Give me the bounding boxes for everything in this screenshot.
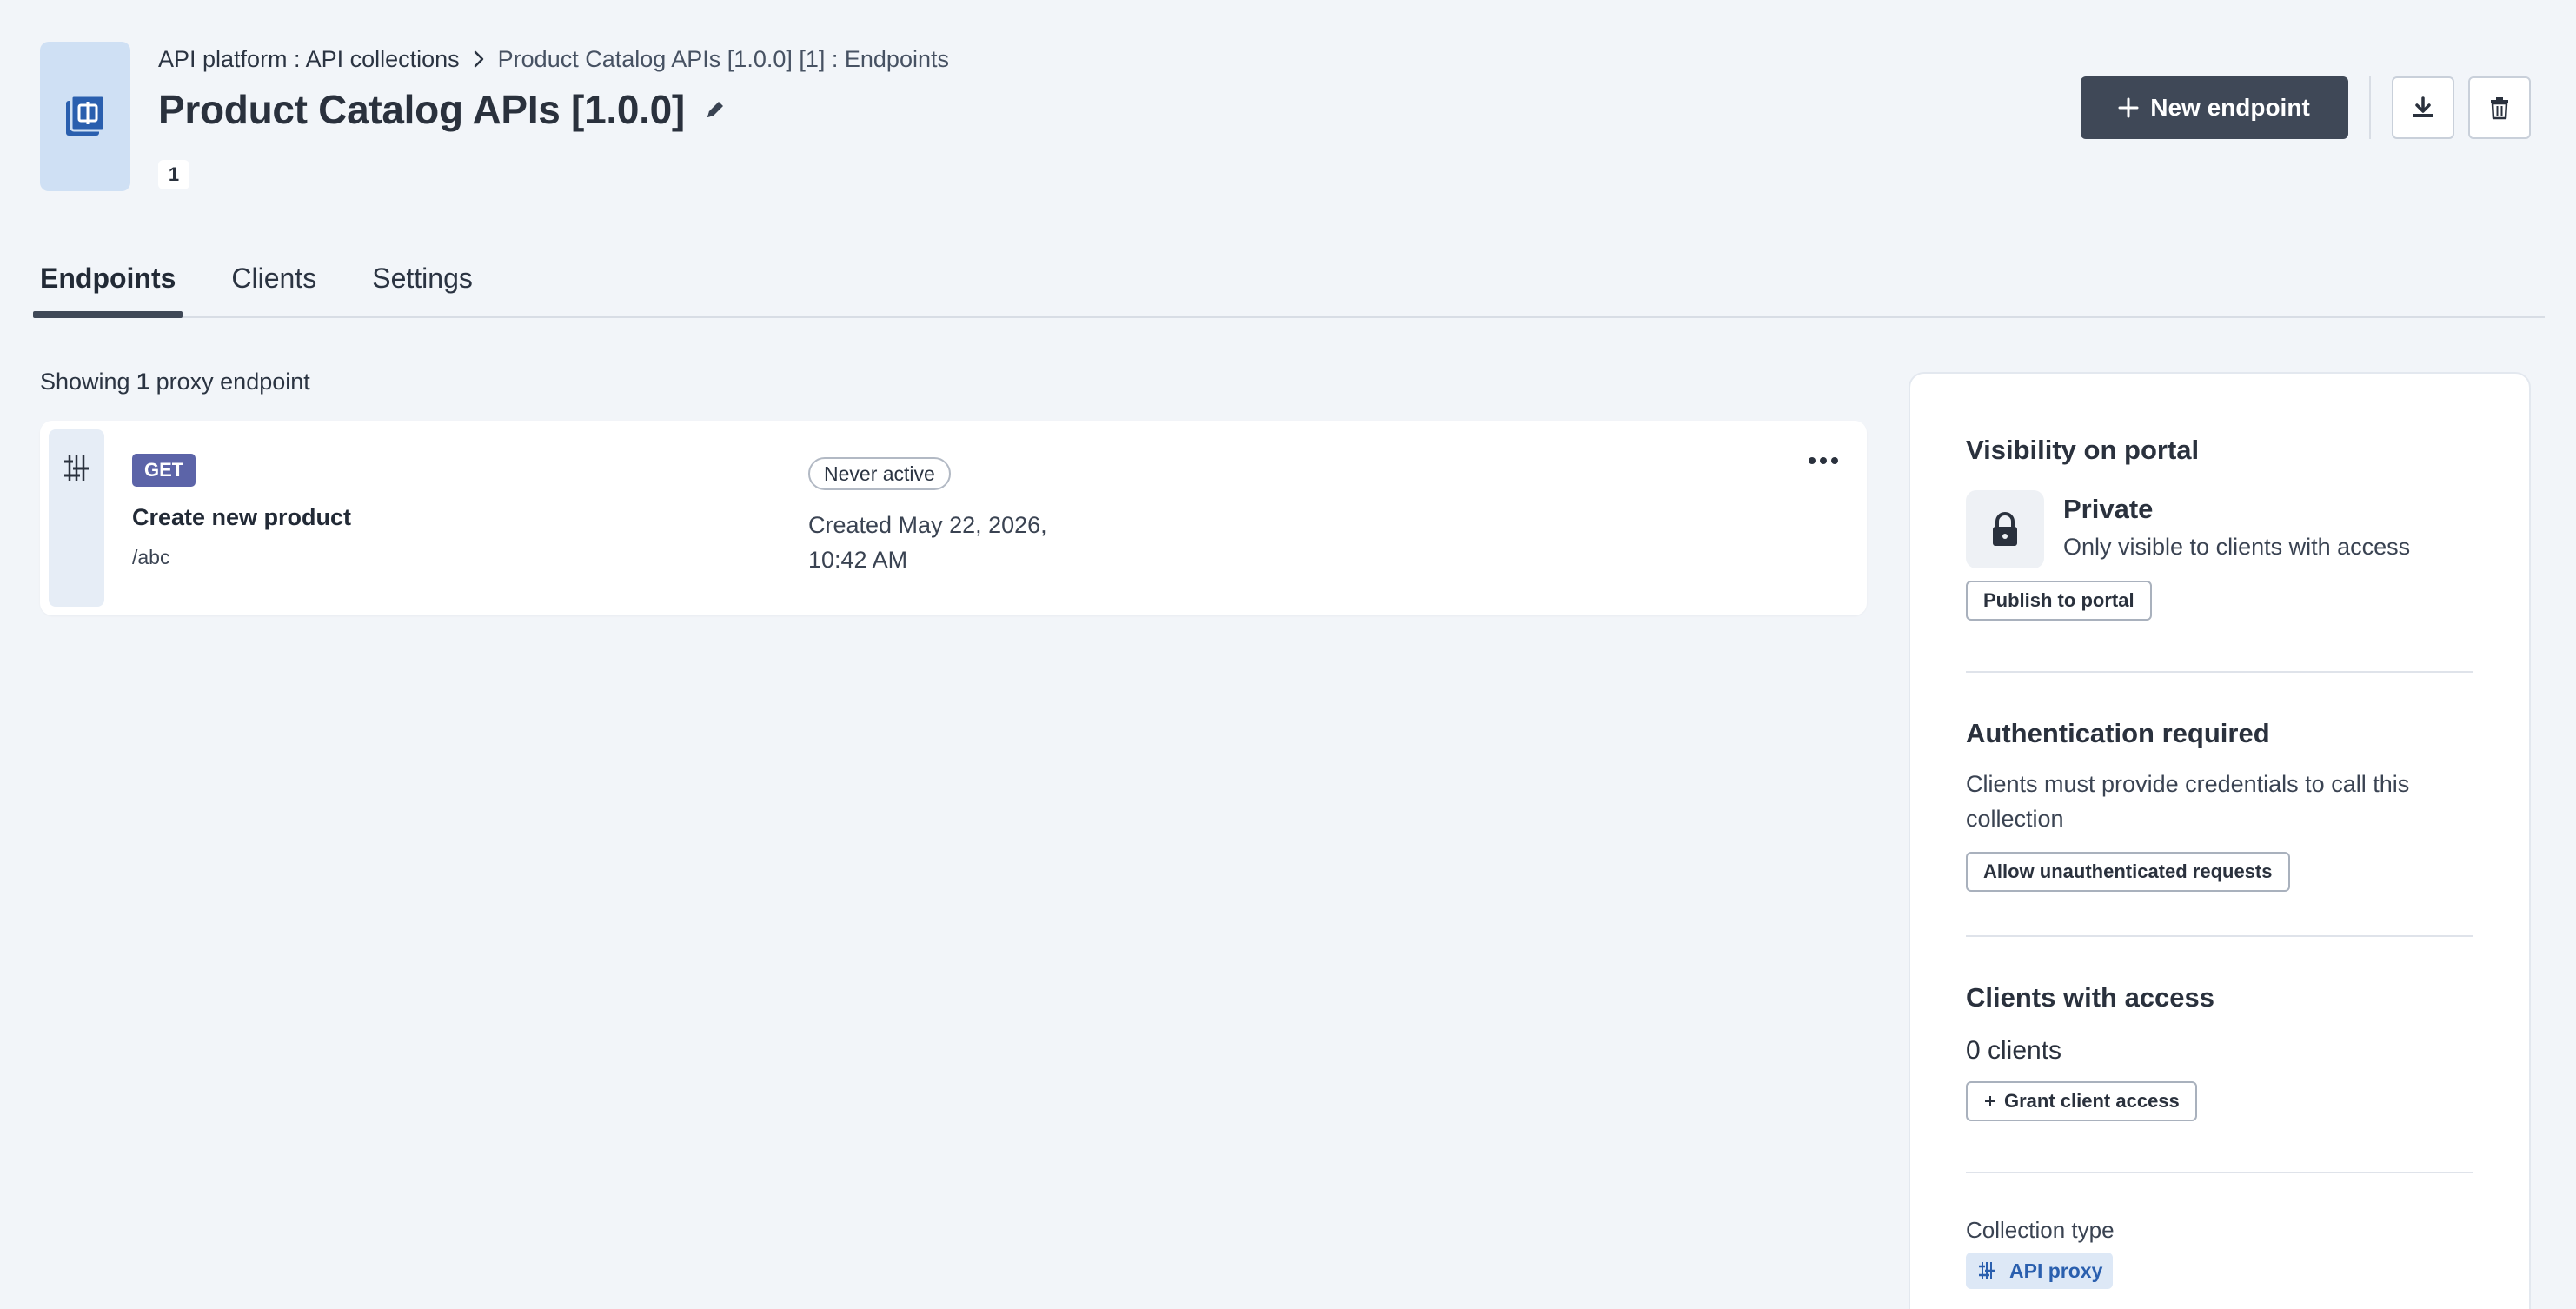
showing-suffix: proxy endpoint (156, 369, 310, 395)
grant-client-access-label: Grant client access (2004, 1090, 2180, 1112)
breadcrumb-parent-link[interactable]: API platform : API collections (158, 46, 460, 73)
new-endpoint-button[interactable]: New endpoint (2081, 76, 2348, 139)
visibility-title: Visibility on portal (1966, 435, 2200, 465)
showing-prefix: Showing (40, 369, 130, 395)
publish-to-portal-button[interactable]: Publish to portal (1966, 581, 2152, 621)
breadcrumb-current: Product Catalog APIs [1.0.0] [1] : Endpo… (497, 45, 949, 72)
http-method-badge: GET (132, 454, 196, 487)
collection-type-section: Collection type API proxy (1966, 1217, 2473, 1289)
download-button[interactable] (2392, 76, 2454, 139)
visibility-state-row: Private Only visible to clients with acc… (1966, 490, 2473, 568)
proxy-icon (64, 455, 89, 481)
section-divider (1966, 1172, 2473, 1173)
api-collection-icon (66, 94, 106, 136)
section-divider (1966, 671, 2473, 673)
visibility-state: Private (2063, 494, 2154, 524)
clients-title: Clients with access (1966, 982, 2215, 1013)
collection-type-value: API proxy (2009, 1259, 2103, 1282)
visibility-section: Visibility on portal Private Only visibl… (1966, 435, 2473, 621)
collection-type-badge: API proxy (1966, 1253, 2114, 1289)
more-options-button[interactable] (1804, 447, 1842, 475)
authentication-title: Authentication required (1966, 718, 2270, 748)
tab-bar: Endpoints Clients Settings (32, 257, 2545, 318)
section-divider (1966, 935, 2473, 937)
trash-icon (2491, 97, 2508, 120)
delete-button[interactable] (2468, 76, 2531, 139)
authentication-description: Clients must provide credentials to call… (1966, 771, 2410, 832)
pencil-icon[interactable] (704, 98, 727, 121)
collection-type-label: Collection type (1966, 1217, 2115, 1243)
proxy-icon (1979, 1262, 1995, 1279)
title-row: Product Catalog APIs [1.0.0] (158, 83, 727, 136)
showing-count: 1 (136, 369, 150, 395)
lock-icon (1993, 512, 2017, 546)
breadcrumb: API platform : API collections Product C… (158, 43, 949, 75)
status-badge: Never active (808, 457, 951, 490)
allow-unauthenticated-button[interactable]: Allow unauthenticated requests (1966, 852, 2290, 892)
ellipsis-icon (1809, 457, 1838, 464)
endpoint-path: /abc (132, 546, 170, 568)
header-divider (2369, 76, 2371, 139)
endpoint-card[interactable]: GET Create new product /abc Never active… (40, 421, 1867, 615)
authentication-section: Authentication required Clients must pro… (1966, 718, 2473, 892)
header-actions: New endpoint (2081, 76, 2531, 139)
plus-icon (2118, 97, 2139, 118)
version-badge: 1 (158, 160, 189, 189)
page-title: Product Catalog APIs [1.0.0] (158, 87, 685, 132)
lock-icon-tile (1966, 490, 2044, 568)
tab-endpoints[interactable]: Endpoints (32, 257, 183, 318)
collection-details-panel: Visibility on portal Private Only visibl… (1909, 372, 2531, 1309)
tab-clients[interactable]: Clients (231, 257, 316, 316)
chevron-right-icon (474, 50, 483, 68)
plus-icon (1985, 1096, 1995, 1106)
endpoint-created-date: Created May 22, 2026, 10:42 AM (808, 512, 1047, 573)
clients-count: 0 clients (1966, 1036, 2062, 1065)
grant-client-access-button[interactable]: Grant client access (1966, 1081, 2197, 1121)
visibility-description: Only visible to clients with access (2063, 534, 2411, 560)
endpoint-name[interactable]: Create new product (132, 504, 351, 531)
endpoint-type-strip (49, 429, 104, 607)
collection-icon-tile (40, 42, 130, 191)
clients-section: Clients with access 0 clients Grant clie… (1966, 982, 2473, 1121)
new-endpoint-label: New endpoint (2150, 94, 2310, 121)
visibility-text: Private Only visible to clients with acc… (2063, 490, 2410, 561)
tab-settings[interactable]: Settings (372, 257, 473, 316)
endpoint-count-summary: Showing 1 proxy endpoint (40, 369, 310, 395)
download-icon (2413, 96, 2433, 117)
